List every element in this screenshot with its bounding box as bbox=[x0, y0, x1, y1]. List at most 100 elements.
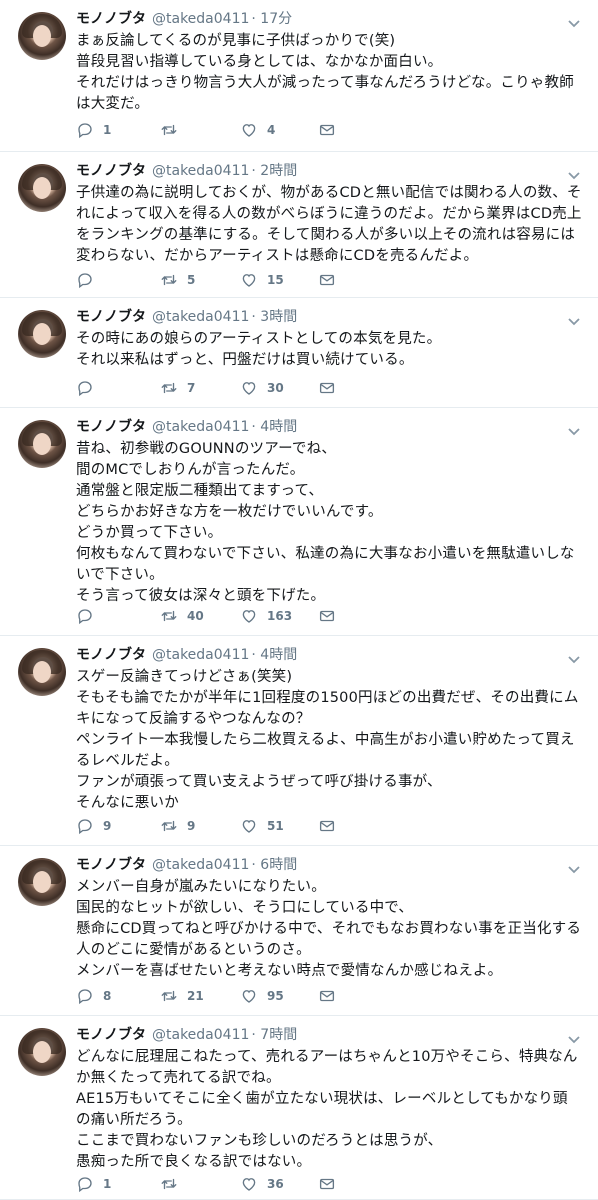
user-handle[interactable]: @takeda0411 bbox=[152, 309, 249, 325]
like-icon bbox=[240, 271, 258, 289]
tweet-actions: 8 21 95 bbox=[76, 986, 376, 1006]
tweet-header: モノノブタ @takeda0411 · 3時間 bbox=[76, 307, 558, 327]
user-handle[interactable]: @takeda0411 bbox=[152, 419, 249, 435]
tweet-header: モノノブタ @takeda0411 · 4時間 bbox=[76, 645, 558, 665]
tweet[interactable]: モノノブタ @takeda0411 · 7時間 どんなに屁理屈こねたって、売れるアー… bbox=[0, 1016, 598, 1200]
timestamp[interactable]: · 4時間 bbox=[251, 647, 297, 663]
dm-button[interactable] bbox=[318, 1174, 336, 1194]
reply-button[interactable] bbox=[76, 606, 103, 626]
timestamp[interactable]: · 7時間 bbox=[251, 1027, 297, 1043]
tweet-actions: 1 4 bbox=[76, 120, 376, 140]
like-button[interactable]: 36 bbox=[240, 1174, 284, 1194]
reply-count: 1 bbox=[103, 1177, 112, 1191]
avatar[interactable] bbox=[18, 310, 66, 358]
chevron-down-icon[interactable] bbox=[568, 650, 580, 664]
like-button[interactable]: 95 bbox=[240, 986, 284, 1006]
retweet-button[interactable] bbox=[160, 120, 187, 140]
timestamp[interactable]: · 4時間 bbox=[251, 419, 297, 435]
reply-button[interactable] bbox=[76, 378, 103, 398]
tweet[interactable]: モノノブタ @takeda0411 · 17分 まぁ反論してくるのが見事に子供ばっか… bbox=[0, 0, 598, 152]
dm-icon bbox=[318, 271, 336, 289]
reply-icon bbox=[76, 607, 94, 625]
like-button[interactable]: 51 bbox=[240, 816, 284, 836]
tweet-header: モノノブタ @takeda0411 · 2時間 bbox=[76, 161, 558, 181]
reply-button[interactable]: 8 bbox=[76, 986, 111, 1006]
retweet-button[interactable]: 7 bbox=[160, 378, 195, 398]
chevron-down-icon[interactable] bbox=[568, 860, 580, 874]
display-name[interactable]: モノノブタ bbox=[76, 647, 146, 663]
avatar[interactable] bbox=[18, 1028, 66, 1076]
display-name[interactable]: モノノブタ bbox=[76, 857, 146, 873]
reply-button[interactable] bbox=[76, 270, 103, 290]
reply-button[interactable]: 9 bbox=[76, 816, 111, 836]
chevron-down-icon[interactable] bbox=[568, 166, 580, 180]
display-name[interactable]: モノノブタ bbox=[76, 419, 146, 435]
tweet-text: まぁ反論してくるのが見事に子供ばっかりで(笑) 普段見習い指導している身としては… bbox=[76, 33, 574, 112]
display-name[interactable]: モノノブタ bbox=[76, 1027, 146, 1043]
like-icon bbox=[240, 987, 258, 1005]
dm-button[interactable] bbox=[318, 816, 336, 836]
retweet-icon bbox=[160, 1175, 178, 1193]
timestamp[interactable]: · 17分 bbox=[251, 11, 292, 27]
user-handle[interactable]: @takeda0411 bbox=[152, 857, 249, 873]
timestamp[interactable]: · 6時間 bbox=[251, 857, 297, 873]
avatar[interactable] bbox=[18, 648, 66, 696]
chevron-down-icon[interactable] bbox=[568, 312, 580, 326]
user-handle[interactable]: @takeda0411 bbox=[152, 163, 249, 179]
tweet-header: モノノブタ @takeda0411 · 17分 bbox=[76, 9, 558, 29]
tweet[interactable]: モノノブタ @takeda0411 · 4時間 昔ね、初参戦のGOUNNのツアーでね… bbox=[0, 408, 598, 636]
dm-button[interactable] bbox=[318, 606, 336, 626]
like-icon bbox=[240, 817, 258, 835]
tweet-header: モノノブタ @takeda0411 · 7時間 bbox=[76, 1025, 558, 1045]
user-handle[interactable]: @takeda0411 bbox=[152, 647, 249, 663]
reply-icon bbox=[76, 379, 94, 397]
like-count: 163 bbox=[267, 609, 293, 623]
like-button[interactable]: 163 bbox=[240, 606, 292, 626]
retweet-button[interactable]: 5 bbox=[160, 270, 195, 290]
tweet-header: モノノブタ @takeda0411 · 6時間 bbox=[76, 855, 558, 875]
avatar[interactable] bbox=[18, 858, 66, 906]
timestamp[interactable]: · 3時間 bbox=[251, 309, 297, 325]
avatar[interactable] bbox=[18, 164, 66, 212]
chevron-down-icon[interactable] bbox=[568, 14, 580, 28]
tweet[interactable]: モノノブタ @takeda0411 · 6時間 メンバー自身が嵐みたいになりたい。 … bbox=[0, 846, 598, 1016]
chevron-down-icon[interactable] bbox=[568, 1030, 580, 1044]
retweet-button[interactable]: 40 bbox=[160, 606, 204, 626]
reply-button[interactable]: 1 bbox=[76, 1174, 111, 1194]
retweet-button[interactable]: 21 bbox=[160, 986, 204, 1006]
tweet-actions: 5 15 bbox=[76, 270, 376, 290]
reply-icon bbox=[76, 121, 94, 139]
avatar[interactable] bbox=[18, 12, 66, 60]
like-icon bbox=[240, 607, 258, 625]
like-icon bbox=[240, 121, 258, 139]
tweet-text: 昔ね、初参戦のGOUNNのツアーでね、 間のMCでしおりんが言ったんだ。 通常盤… bbox=[76, 441, 575, 604]
retweet-count: 40 bbox=[187, 609, 204, 623]
display-name[interactable]: モノノブタ bbox=[76, 163, 146, 179]
dm-button[interactable] bbox=[318, 270, 336, 290]
like-button[interactable]: 30 bbox=[240, 378, 284, 398]
tweet[interactable]: モノノブタ @takeda0411 · 3時間 その時にあの娘らのアーティストとして… bbox=[0, 298, 598, 408]
reply-icon bbox=[76, 987, 94, 1005]
tweet[interactable]: モノノブタ @takeda0411 · 4時間 スゲー反論きてっけどさぁ(笑笑) そ… bbox=[0, 636, 598, 846]
retweet-icon bbox=[160, 271, 178, 289]
user-handle[interactable]: @takeda0411 bbox=[152, 11, 249, 27]
like-count: 4 bbox=[267, 123, 276, 137]
retweet-button[interactable] bbox=[160, 1174, 187, 1194]
timestamp[interactable]: · 2時間 bbox=[251, 163, 297, 179]
reply-button[interactable]: 1 bbox=[76, 120, 111, 140]
retweet-button[interactable]: 9 bbox=[160, 816, 195, 836]
user-handle[interactable]: @takeda0411 bbox=[152, 1027, 249, 1043]
reply-count: 9 bbox=[103, 819, 112, 833]
dm-icon bbox=[318, 817, 336, 835]
like-button[interactable]: 15 bbox=[240, 270, 284, 290]
chevron-down-icon[interactable] bbox=[568, 422, 580, 436]
like-button[interactable]: 4 bbox=[240, 120, 275, 140]
tweet[interactable]: モノノブタ @takeda0411 · 2時間 子供達の為に説明しておくが、物がある… bbox=[0, 152, 598, 298]
display-name[interactable]: モノノブタ bbox=[76, 11, 146, 27]
dm-button[interactable] bbox=[318, 378, 336, 398]
dm-button[interactable] bbox=[318, 120, 336, 140]
display-name[interactable]: モノノブタ bbox=[76, 309, 146, 325]
tweet-actions: 1 36 bbox=[76, 1174, 376, 1194]
avatar[interactable] bbox=[18, 420, 66, 468]
dm-button[interactable] bbox=[318, 986, 336, 1006]
